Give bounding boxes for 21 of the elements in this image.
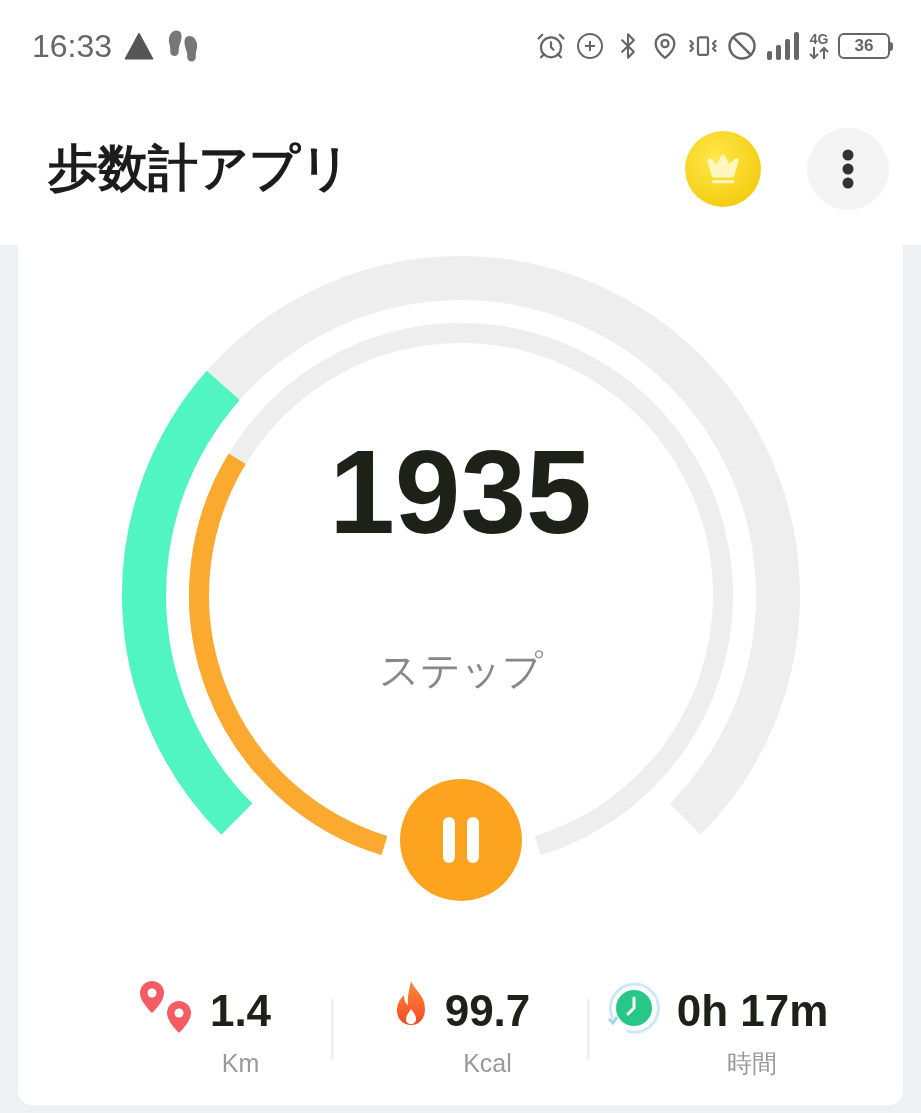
app-title: 歩数計アプリ [48,139,351,198]
stat-value: 0h 17m [676,989,829,1033]
data-arrows-icon [809,46,829,60]
data-saver-icon [575,31,605,61]
clock-time: 16:33 [32,27,113,66]
do-not-disturb-icon [727,31,757,61]
battery-level: 36 [838,33,890,59]
menu-icon [842,148,854,189]
network-type: 4G [809,32,829,46]
stat-value: 1.4 [209,989,272,1033]
pause-icon [442,817,479,863]
signal-icon [766,31,800,61]
battery-tip-icon [890,41,893,51]
step-count: 1935 [328,433,593,551]
stat-unit: Km [221,1048,260,1079]
triangle-icon [124,32,155,60]
stat-value: 99.7 [444,989,531,1033]
step-unit: ステップ [377,650,544,690]
stat-unit: Kcal [463,1048,512,1079]
alarm-icon [536,31,566,61]
stat-unit: 時間 [727,1048,778,1079]
